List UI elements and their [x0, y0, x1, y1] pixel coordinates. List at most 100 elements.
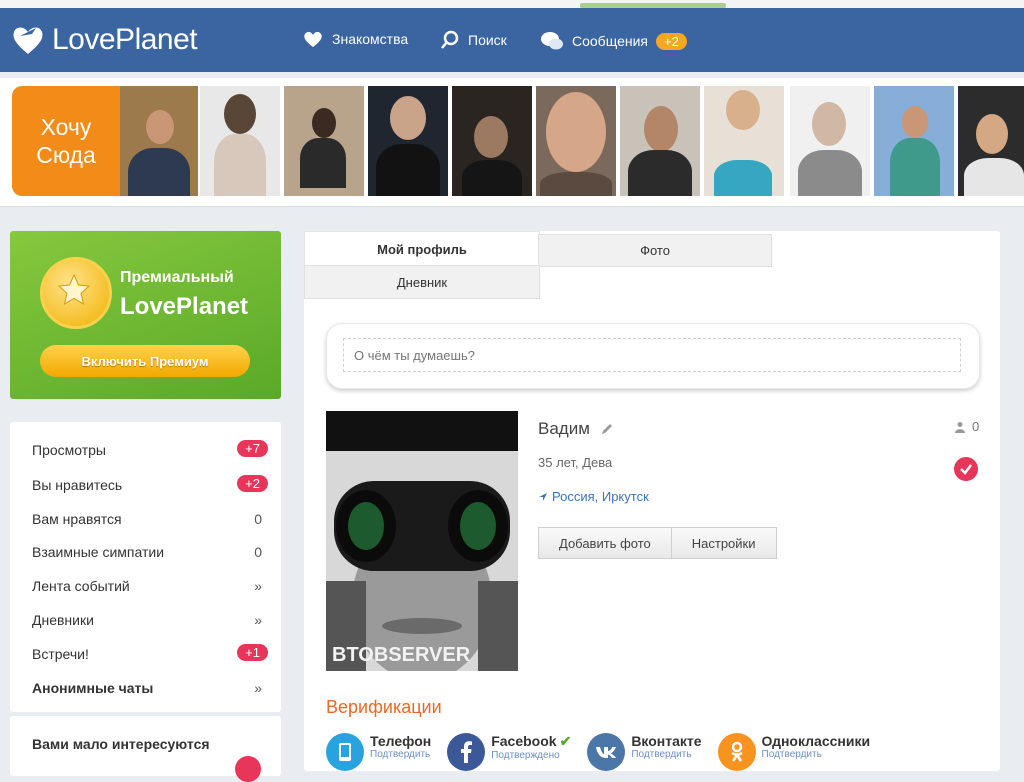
verification-label: Телефон [370, 733, 432, 749]
nav-messages[interactable]: Сообщения +2 [540, 30, 687, 52]
strip-photo[interactable] [200, 86, 280, 196]
location-text: Россия, Иркутск [552, 489, 649, 504]
tab-diary[interactable]: Дневник [304, 265, 540, 299]
verified-check-icon [954, 457, 978, 481]
heart-icon [304, 31, 322, 47]
strip-photo[interactable] [704, 86, 784, 196]
tab-my-profile[interactable]: Мой профиль [304, 231, 540, 266]
want-here-line1: Хочу [40, 114, 92, 140]
profile-name-row: Вадим [538, 419, 614, 439]
facebook-icon [447, 733, 486, 771]
interest-title: Вами мало интересуются [32, 736, 210, 752]
vk-icon [587, 733, 626, 771]
photo-strip: Хочу Сюда [0, 78, 1024, 207]
messages-badge: +2 [655, 32, 687, 50]
tab-photos[interactable]: Фото [538, 234, 772, 267]
header: LovePlanet Знакомства Поиск Сообщения +2 [0, 8, 1024, 72]
sidebar-item-label: Встречи! [32, 646, 89, 662]
strip-photo[interactable] [452, 86, 532, 196]
interest-box: Вами мало интересуются [10, 716, 281, 782]
profile-age: 35 лет, Дева [538, 455, 613, 470]
checkmark-icon: ✔ [559, 733, 572, 749]
strip-photo[interactable] [536, 86, 616, 196]
settings-button[interactable]: Настройки [671, 527, 777, 559]
sidebar-item-diaries[interactable]: Дневники » [32, 612, 262, 628]
sidebar-item-views[interactable]: Просмотры +7 [32, 440, 268, 458]
status-box [326, 323, 980, 389]
strip-photo[interactable] [874, 86, 954, 196]
sidebar-item-label: Вам нравятся [32, 511, 122, 527]
chat-icon [541, 32, 563, 50]
sidebar-item-label: Анонимные чаты [32, 680, 154, 696]
verification-title: Верификации [326, 697, 442, 717]
verification-sub: Подтверждено [491, 750, 560, 761]
sidebar-item-meetings[interactable]: Встречи! +1 [32, 644, 268, 662]
logo-heart-icon [13, 27, 43, 54]
liked-by-badge: +2 [237, 475, 268, 492]
premium-title-line2: LovePlanet [120, 293, 249, 320]
sidebar-item-label: Взаимные симпатии [32, 544, 165, 560]
premium-title-line1: Премиальный [120, 269, 234, 286]
verification-phone[interactable]: Телефон Подтвердить [326, 733, 431, 771]
sidebar-item-mutual[interactable]: Взаимные симпатии 0 [32, 544, 262, 560]
search-icon [441, 30, 459, 49]
visitors-count: 0 [972, 419, 980, 434]
premium-coin-icon [40, 257, 112, 329]
verification-label: Вконтакте [631, 733, 702, 749]
chevron-right-icon: » [254, 680, 262, 696]
sidebar-item-label: Вы нравитесь [32, 477, 123, 493]
interest-indicator-icon [235, 756, 261, 782]
verification-sub: Подтвердить [370, 749, 431, 760]
you-like-count: 0 [254, 511, 262, 527]
want-here-button[interactable]: Хочу Сюда [12, 86, 120, 196]
chevron-right-icon: » [254, 612, 262, 628]
profile-name: Вадим [538, 419, 590, 438]
verification-sub: Подтвердить [631, 749, 692, 760]
nav-dating-label: Знакомства [332, 31, 409, 47]
edit-pencil-icon[interactable] [600, 422, 614, 436]
strip-photo[interactable] [284, 86, 364, 196]
verification-vk[interactable]: Вконтакте Подтвердить [587, 733, 702, 771]
premium-banner: Премиальный LovePlanet Включить Премиум [10, 231, 281, 399]
verification-list: Телефон Подтвердить Facebook ✔ Подтверждено… [326, 733, 886, 771]
enable-premium-button[interactable]: Включить Премиум [40, 345, 250, 377]
strip-photo[interactable] [958, 86, 1024, 196]
strip-photo[interactable] [790, 86, 870, 196]
profile-location[interactable]: Россия, Иркутск [538, 489, 649, 504]
nav-dating[interactable]: Знакомства [302, 30, 408, 48]
nav-messages-label: Сообщения [572, 33, 648, 49]
phone-icon [326, 733, 364, 771]
sidebar-item-you-like[interactable]: Вам нравятся 0 [32, 511, 262, 527]
profile-buttons: Добавить фото Настройки [538, 527, 777, 559]
nav-search[interactable]: Поиск [440, 30, 507, 50]
sidebar-item-label: Лента событий [32, 578, 130, 594]
verification-label: Facebook [491, 733, 557, 749]
sidebar-item-label: Дневники [32, 612, 94, 628]
avatar-watermark: BTOBSERVER [332, 644, 471, 666]
top-bar-strip [0, 0, 1024, 8]
verification-label: Одноклассники [761, 733, 871, 749]
sidebar-item-liked-by[interactable]: Вы нравитесь +2 [32, 475, 268, 493]
profile-avatar[interactable]: BTOBSERVER [326, 411, 518, 671]
ok-icon [717, 733, 756, 771]
logo-text: LovePlanet [52, 23, 198, 56]
chevron-right-icon: » [254, 578, 262, 594]
add-photo-button[interactable]: Добавить фото [538, 527, 672, 559]
sidebar-item-feed[interactable]: Лента событий » [32, 578, 262, 594]
sidebar-item-anon-chats[interactable]: Анонимные чаты » [32, 680, 262, 696]
meetings-badge: +1 [237, 644, 268, 661]
strip-photo[interactable] [620, 86, 700, 196]
verification-facebook[interactable]: Facebook ✔ Подтверждено [447, 733, 571, 771]
logo[interactable]: LovePlanet [10, 20, 198, 60]
verification-ok[interactable]: Одноклассники Подтвердить [717, 733, 871, 771]
status-input[interactable] [343, 338, 961, 372]
visitors-counter[interactable]: 0 [954, 419, 979, 434]
strip-photo[interactable] [368, 86, 448, 196]
mutual-count: 0 [254, 544, 262, 560]
location-arrow-icon [539, 492, 547, 501]
views-badge: +7 [237, 440, 268, 457]
sidebar-item-label: Просмотры [32, 442, 106, 458]
strip-photo[interactable] [120, 86, 198, 196]
want-here-line2: Сюда [36, 142, 96, 168]
nav-search-label: Поиск [468, 32, 507, 48]
